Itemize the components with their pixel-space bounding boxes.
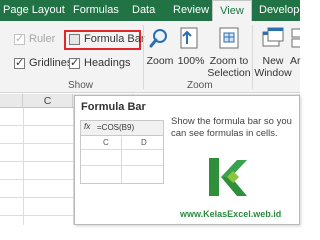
ruler-checkbox[interactable] (14, 32, 25, 45)
new-window-icon[interactable] (261, 26, 285, 50)
gridlines-checkbox[interactable] (14, 56, 25, 69)
kelas-excel-logo-icon (209, 158, 247, 196)
formula-bar-tooltip: Formula Bar Show the formula bar so you … (74, 95, 300, 225)
group-separator (252, 25, 253, 89)
zoom-button-label[interactable]: Zoom (145, 55, 175, 67)
preview-grid-line (121, 137, 122, 183)
zoom-group-label: Zoom (187, 80, 213, 91)
tab-review[interactable]: Review (173, 0, 209, 21)
tab-page-layout[interactable]: Page Layout (3, 0, 65, 21)
new-window-button-label[interactable]: New Window (254, 55, 292, 79)
arrange-button-label[interactable]: Ar (290, 55, 302, 67)
group-separator (143, 25, 144, 89)
preview-grid-line (81, 149, 163, 150)
formula-bar-checkbox[interactable] (69, 34, 80, 45)
watermark-text: www.KelasExcel.web.id (180, 209, 282, 219)
grid-col-line (23, 108, 24, 225)
headings-label: Headings (84, 57, 131, 69)
zoom-100-button-label[interactable]: 100% (176, 55, 206, 67)
preview-column-c: C (103, 138, 109, 147)
preview-formula-bar: fx =COS(B9) (81, 121, 163, 136)
headings-checkbox[interactable] (69, 56, 80, 69)
tab-data[interactable]: Data (132, 0, 155, 21)
tooltip-title: Formula Bar (81, 101, 146, 113)
tab-view[interactable]: View (212, 0, 252, 21)
fx-icon: fx (84, 122, 91, 131)
preview-formula-text: =COS(B9) (97, 123, 135, 132)
tab-developer[interactable]: Developer (259, 0, 309, 21)
ribbon-view: Ruler Formula Bar Gridlines Headings Sho… (0, 21, 302, 93)
preview-column-d: D (141, 138, 147, 147)
zoom-to-selection-button-label[interactable]: Zoom to Selection (207, 55, 251, 79)
arrange-all-icon[interactable] (291, 27, 300, 49)
magnifier-icon[interactable] (148, 27, 170, 49)
show-group-label: Show (68, 80, 94, 91)
column-header-c[interactable]: C (23, 94, 73, 108)
ribbon-tab-bar: Page Layout Formulas Data Review View De… (0, 0, 309, 21)
gridlines-label: Gridlines (29, 57, 73, 69)
zoom-to-selection-icon[interactable] (218, 26, 240, 50)
formula-bar-label: Formula Bar (84, 33, 145, 45)
tooltip-description: Show the formula bar so you can see form… (171, 116, 292, 139)
formula-bar-preview: fx =COS(B9) C D (80, 120, 164, 184)
tab-formulas[interactable]: Formulas (73, 0, 119, 21)
column-header-blank[interactable] (0, 94, 23, 108)
100-percent-icon[interactable] (179, 26, 201, 50)
ruler-label: Ruler (29, 33, 56, 45)
preview-grid-line (81, 165, 163, 166)
